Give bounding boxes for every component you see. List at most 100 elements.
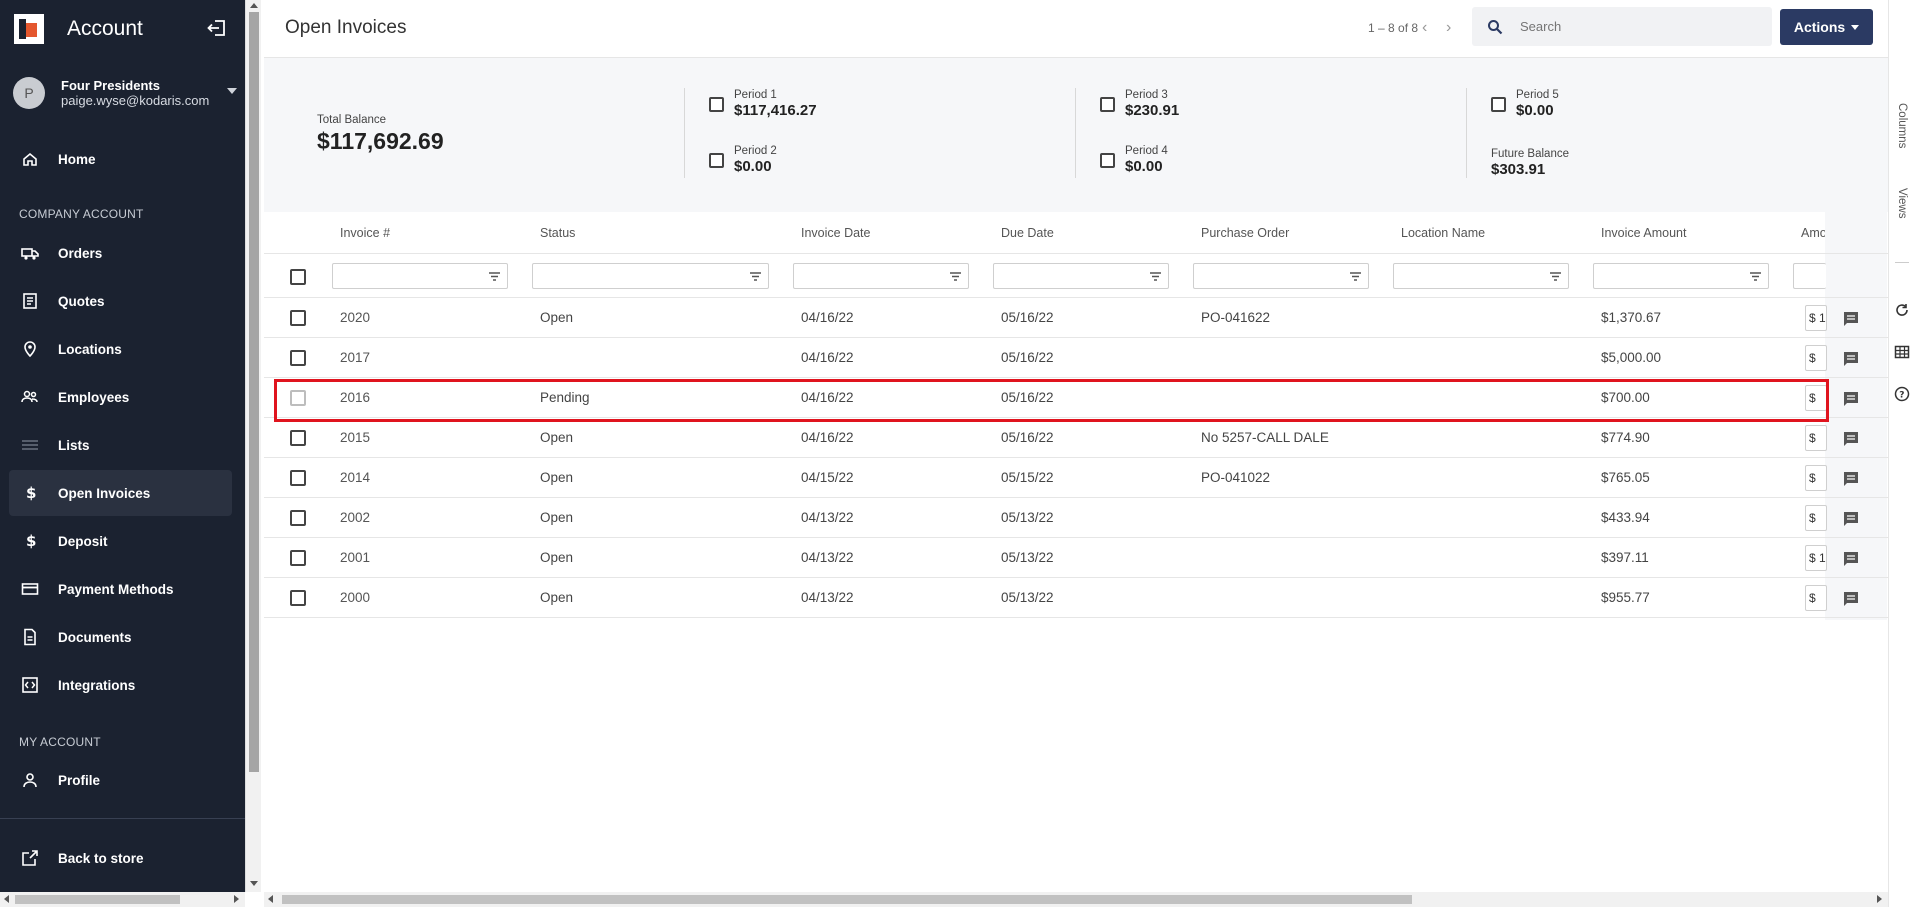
filter-location-name[interactable] xyxy=(1393,263,1569,289)
period-3-checkbox[interactable] xyxy=(1100,97,1115,112)
row-checkbox[interactable] xyxy=(290,430,306,446)
amount-to-pay-input[interactable]: $ xyxy=(1805,585,1827,611)
sidebar-item-deposit[interactable]: $ Deposit xyxy=(9,518,232,564)
amount-to-pay-input[interactable]: $ xyxy=(1805,425,1827,451)
comment-icon[interactable] xyxy=(1842,310,1860,328)
row-checkbox[interactable] xyxy=(290,590,306,606)
sidebar-item-profile[interactable]: Profile xyxy=(9,757,232,803)
chevron-left-icon[interactable]: ‹ xyxy=(1422,19,1427,37)
filter-invoice-amount[interactable] xyxy=(1593,263,1769,289)
filter-invoice-date[interactable] xyxy=(793,263,969,289)
filter-icon[interactable] xyxy=(749,270,762,283)
sidebar-item-payment-methods[interactable]: Payment Methods xyxy=(9,566,232,612)
table-icon[interactable] xyxy=(1894,344,1910,360)
cell-invoice-date: 04/13/22 xyxy=(801,550,854,565)
row-checkbox[interactable] xyxy=(290,470,306,486)
cell-invoice-date: 04/16/22 xyxy=(801,350,854,365)
row-checkbox[interactable] xyxy=(290,550,306,566)
period-5-checkbox[interactable] xyxy=(1491,97,1506,112)
sidebar-item-locations[interactable]: Locations xyxy=(9,326,232,372)
refresh-icon[interactable] xyxy=(1894,302,1910,318)
row-checkbox[interactable] xyxy=(290,310,306,326)
amount-to-pay-input[interactable]: $ xyxy=(1805,345,1827,371)
filter-icon[interactable] xyxy=(1549,270,1562,283)
sidebar-scrollbar[interactable] xyxy=(245,0,261,892)
sidebar-item-employees[interactable]: Employees xyxy=(9,374,232,420)
kodaris-logo[interactable] xyxy=(14,13,44,44)
grid-horizontal-scrollbar[interactable] xyxy=(264,892,1888,907)
filter-icon[interactable] xyxy=(1349,270,1362,283)
filter-amount[interactable] xyxy=(1793,263,1826,289)
table-row[interactable]: 2014 Open 04/15/22 05/15/22 PO-041022 $765.05… xyxy=(264,458,1888,498)
search-input[interactable] xyxy=(1520,19,1750,34)
table-row[interactable]: 2015 Open 04/16/22 05/16/22 No 5257-CALL DAL… xyxy=(264,418,1888,458)
column-header-due-date[interactable]: Due Date xyxy=(1001,226,1054,240)
column-header-purchase-order[interactable]: Purchase Order xyxy=(1201,226,1289,240)
row-checkbox[interactable] xyxy=(290,510,306,526)
user-menu[interactable]: P Four Presidents paige.wyse@kodaris.com xyxy=(0,70,245,115)
column-header-amount[interactable]: Amo xyxy=(1801,226,1825,240)
filter-invoice[interactable] xyxy=(332,263,508,289)
column-header-invoice-amount[interactable]: Invoice Amount xyxy=(1601,226,1686,240)
column-header-invoice-date[interactable]: Invoice Date xyxy=(801,226,870,240)
table-row[interactable]: 2000 Open 04/13/22 05/13/22 $955.77 $ xyxy=(264,578,1888,618)
amount-to-pay-input[interactable]: $ xyxy=(1805,505,1827,531)
amount-to-pay-input[interactable]: $ xyxy=(1805,465,1827,491)
sidebar-item-quotes[interactable]: Quotes xyxy=(9,278,232,324)
comment-icon[interactable] xyxy=(1842,430,1860,448)
period-2-checkbox[interactable] xyxy=(709,153,724,168)
sidebar-item-documents[interactable]: Documents xyxy=(9,614,232,660)
sidebar-item-open-invoices[interactable]: $ Open Invoices xyxy=(9,470,232,516)
filter-icon[interactable] xyxy=(488,270,501,283)
comment-icon[interactable] xyxy=(1842,470,1860,488)
filter-icon[interactable] xyxy=(1149,270,1162,283)
column-header-status[interactable]: Status xyxy=(540,226,575,240)
comment-icon[interactable] xyxy=(1842,390,1860,408)
column-header-location-name[interactable]: Location Name xyxy=(1401,226,1485,240)
row-checkbox[interactable] xyxy=(290,390,306,406)
filter-icon[interactable] xyxy=(949,270,962,283)
amount-to-pay-input[interactable]: $ 1 xyxy=(1805,305,1827,331)
table-row[interactable]: 2017 04/16/22 05/16/22 $5,000.00 $ xyxy=(264,338,1888,378)
filter-status[interactable] xyxy=(532,263,769,289)
table-row[interactable]: 2016 Pending 04/16/22 05/16/22 $700.00 $ xyxy=(264,378,1888,418)
sidebar-item-label: Payment Methods xyxy=(58,581,174,597)
period-4-checkbox[interactable] xyxy=(1100,153,1115,168)
sidebar-horizontal-scrollbar[interactable] xyxy=(0,892,245,907)
filter-icon[interactable] xyxy=(1749,270,1762,283)
chevron-right-icon[interactable]: › xyxy=(1446,19,1451,37)
sidebar-item-home[interactable]: Home xyxy=(9,136,232,182)
search-box[interactable] xyxy=(1472,7,1772,46)
comment-icon[interactable] xyxy=(1842,550,1860,568)
chevron-down-icon[interactable] xyxy=(227,88,237,94)
amount-to-pay-input[interactable]: $ 1 xyxy=(1805,545,1827,571)
sidebar-item-orders[interactable]: Orders xyxy=(9,230,232,276)
total-balance-value: $117,692.69 xyxy=(317,128,444,154)
cell-due-date: 05/16/22 xyxy=(1001,390,1054,405)
svg-text:$: $ xyxy=(26,484,36,502)
help-icon[interactable]: ? xyxy=(1894,386,1910,402)
table-row[interactable]: 2020 Open 04/16/22 05/16/22 PO-041622 $1,370.… xyxy=(264,298,1888,338)
sidebar-item-integrations[interactable]: Integrations xyxy=(9,662,232,708)
table-row[interactable]: 2002 Open 04/13/22 05/13/22 $433.94 $ xyxy=(264,498,1888,538)
table-row[interactable]: 2001 Open 04/13/22 05/13/22 $397.11 $ 1 xyxy=(264,538,1888,578)
amount-to-pay-input[interactable]: $ xyxy=(1805,385,1827,411)
period-1-checkbox[interactable] xyxy=(709,97,724,112)
logout-icon[interactable] xyxy=(207,18,227,38)
back-to-store-link[interactable]: Back to store xyxy=(9,835,232,881)
comment-icon[interactable] xyxy=(1842,350,1860,368)
filter-due-date[interactable] xyxy=(993,263,1169,289)
actions-button[interactable]: Actions xyxy=(1780,9,1873,45)
comment-icon[interactable] xyxy=(1842,590,1860,608)
columns-tab[interactable]: Columns xyxy=(1896,103,1908,148)
divider xyxy=(1895,262,1909,263)
comment-icon[interactable] xyxy=(1842,510,1860,528)
filter-purchase-order[interactable] xyxy=(1193,263,1369,289)
views-tab[interactable]: Views xyxy=(1896,188,1908,218)
row-checkbox[interactable] xyxy=(290,350,306,366)
period-label: Period 3 xyxy=(1125,89,1168,101)
sidebar-item-lists[interactable]: Lists xyxy=(9,422,232,468)
cell-due-date: 05/16/22 xyxy=(1001,350,1054,365)
column-header-invoice[interactable]: Invoice # xyxy=(340,226,390,240)
select-all-checkbox[interactable] xyxy=(290,269,306,285)
